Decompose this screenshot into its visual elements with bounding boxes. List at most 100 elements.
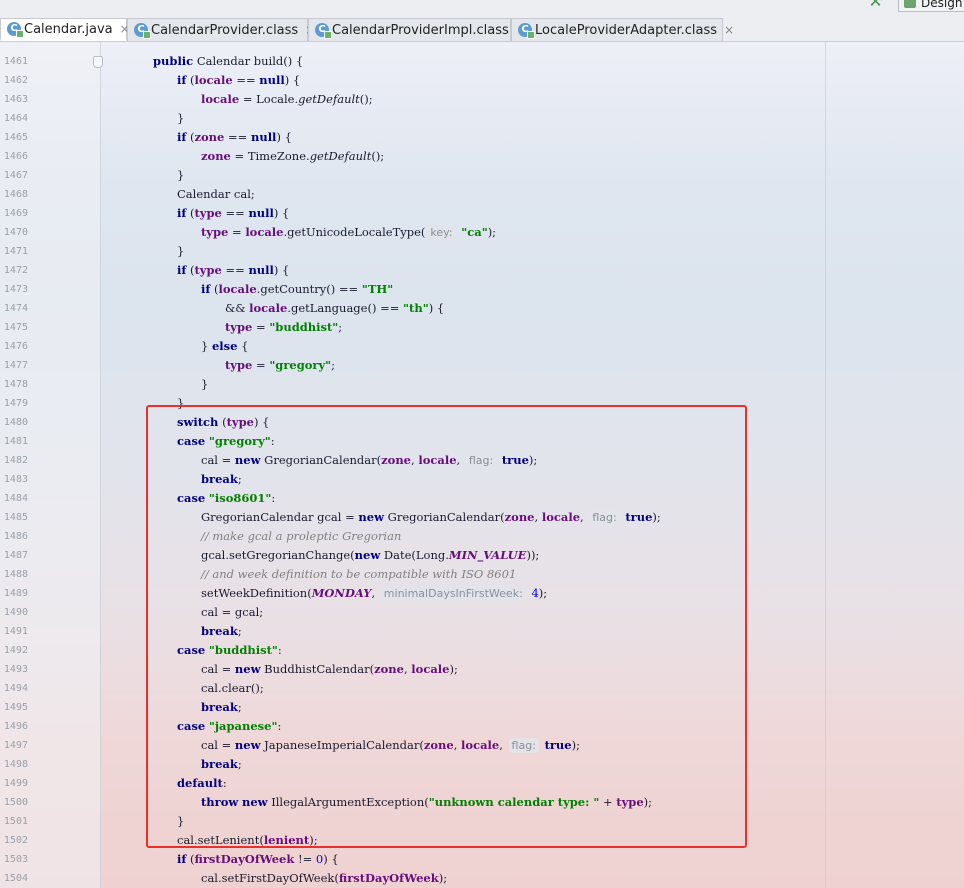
code-line[interactable]: 1475 type = "buddhist";: [0, 318, 964, 337]
line-number: 1470: [3, 227, 28, 238]
code-line[interactable]: 1473 if (locale.getCountry() == "TH": [0, 280, 964, 299]
close-icon[interactable]: ×: [724, 23, 734, 37]
code-line[interactable]: 1477 type = "gregory";: [0, 356, 964, 375]
code-line[interactable]: 1504 cal.setFirstDayOfWeek(firstDayOfWeek…: [0, 869, 964, 888]
line-number: 1494: [3, 683, 28, 694]
code-line[interactable]: 1468 Calendar cal;: [0, 185, 964, 204]
line-number: 1477: [3, 360, 28, 371]
line-number: 1504: [3, 873, 28, 884]
code-token: if: [177, 73, 187, 87]
code-text: zone = TimeZone.getDefault();: [201, 147, 384, 166]
class-file-icon: C: [518, 23, 535, 39]
code-line[interactable]: 1476} else {: [0, 337, 964, 356]
code-token: type: [201, 225, 229, 239]
code-token: if: [177, 263, 187, 277]
code-line[interactable]: 1467}: [0, 166, 964, 185]
code-token: ) {: [323, 852, 339, 866]
code-line[interactable]: 1469 if (type == null) {: [0, 204, 964, 223]
line-number: 1462: [3, 75, 28, 86]
code-token: locale: [201, 92, 240, 106]
code-line[interactable]: 1474 && locale.getLanguage() == "th") {: [0, 299, 964, 318]
tab-calendar-java[interactable]: C Calendar.java ×: [0, 18, 130, 41]
line-number: 1473: [3, 284, 28, 295]
code-token: }: [177, 111, 185, 125]
code-token: ) {: [428, 301, 445, 315]
code-token: if: [177, 130, 187, 144]
code-line[interactable]: 1463 locale = Locale.getDefault();: [0, 90, 964, 109]
code-line[interactable]: 1464}: [0, 109, 964, 128]
code-text: locale = Locale.getDefault();: [201, 90, 373, 109]
code-token: ) {: [276, 130, 292, 144]
code-token: {: [237, 339, 249, 353]
line-number: 1493: [3, 664, 28, 675]
code-text: type = "gregory";: [225, 356, 335, 375]
line-number: 1479: [3, 398, 28, 409]
class-file-icon: C: [315, 23, 332, 39]
build-hammer-icon[interactable]: ⚒: [868, 0, 886, 10]
code-text: && locale.getLanguage() == "th") {: [225, 299, 444, 318]
line-number: 1466: [3, 151, 28, 162]
code-line[interactable]: 1478}: [0, 375, 964, 394]
code-text: }: [201, 375, 208, 394]
code-token: =: [252, 358, 270, 372]
editor-tab-bar: CCalendar.java×CCalendarProvider.class×C…: [0, 0, 964, 42]
code-text: if (type == null) {: [177, 261, 289, 280]
line-number: 1467: [3, 170, 28, 181]
code-token: ) {: [273, 206, 290, 220]
code-token: ) {: [273, 263, 290, 277]
code-line[interactable]: 1461 public Calendar build() {: [0, 52, 964, 71]
tab-calendarproviderimpl-class[interactable]: CCalendarProviderImpl.class×: [308, 18, 526, 41]
tab-calendarprovider-class[interactable]: CCalendarProvider.class×: [127, 18, 315, 41]
design-button[interactable]: Design: [898, 0, 964, 12]
line-number: 1472: [3, 265, 28, 276]
code-text: if (locale == null) {: [177, 71, 300, 90]
code-line[interactable]: 1462 if (locale == null) {: [0, 71, 964, 90]
tab-localeprovideradapter-class[interactable]: C LocaleProviderAdapter.class ×: [511, 18, 734, 41]
code-token: zone: [201, 149, 231, 163]
code-text: Calendar cal;: [177, 185, 255, 204]
code-text: if (firstDayOfWeek != 0) {: [177, 850, 339, 869]
code-token: }: [177, 244, 185, 258]
line-number: 1478: [3, 379, 28, 390]
code-token: );: [438, 871, 448, 885]
code-text: public Calendar build() {: [153, 52, 303, 71]
code-token: ;: [338, 320, 343, 334]
line-number: 1500: [3, 797, 28, 808]
code-token: ==: [224, 130, 251, 144]
code-token: ) {: [284, 73, 301, 87]
design-icon: [904, 0, 916, 8]
code-token: locale: [194, 73, 233, 87]
code-line[interactable]: 1503 if (firstDayOfWeek != 0) {: [0, 850, 964, 869]
code-line[interactable]: 1471}: [0, 242, 964, 261]
code-token: "ca": [461, 225, 488, 239]
line-number: 1490: [3, 607, 28, 618]
line-number: 1474: [3, 303, 28, 314]
code-editor[interactable]: 1461 public Calendar build() { 1462 if (loc…: [0, 42, 964, 888]
code-token: public: [153, 54, 194, 68]
code-token: getDefault: [309, 149, 372, 163]
code-token: firstDayOfWeek: [194, 852, 295, 866]
code-token: "TH": [361, 282, 394, 296]
code-token: }: [201, 377, 209, 391]
design-button-label: Design: [921, 0, 963, 10]
code-line[interactable]: 1465 if (zone == null) {: [0, 128, 964, 147]
line-number: 1491: [3, 626, 28, 637]
code-token: .getLanguage() ==: [287, 301, 404, 315]
line-number: 1461: [3, 56, 28, 67]
code-token: &&: [225, 301, 250, 315]
code-text: if (zone == null) {: [177, 128, 292, 147]
code-line[interactable]: 1470 type = locale.getUnicodeLocaleType(k…: [0, 223, 964, 242]
code-token: if: [177, 852, 187, 866]
code-token: =: [228, 225, 246, 239]
code-token: ();: [359, 92, 373, 106]
tab-label: CalendarProvider.class: [151, 22, 299, 38]
code-line[interactable]: 1472 if (type == null) {: [0, 261, 964, 280]
code-token: Calendar cal;: [177, 187, 255, 201]
code-token: type: [225, 320, 253, 334]
tab-label: CalendarProviderImpl.class: [332, 22, 509, 38]
code-line[interactable]: 1466 zone = TimeZone.getDefault();: [0, 147, 964, 166]
line-number: 1465: [3, 132, 28, 143]
line-number: 1469: [3, 208, 28, 219]
line-number: 1483: [3, 474, 28, 485]
java-class-icon: C: [7, 22, 24, 38]
